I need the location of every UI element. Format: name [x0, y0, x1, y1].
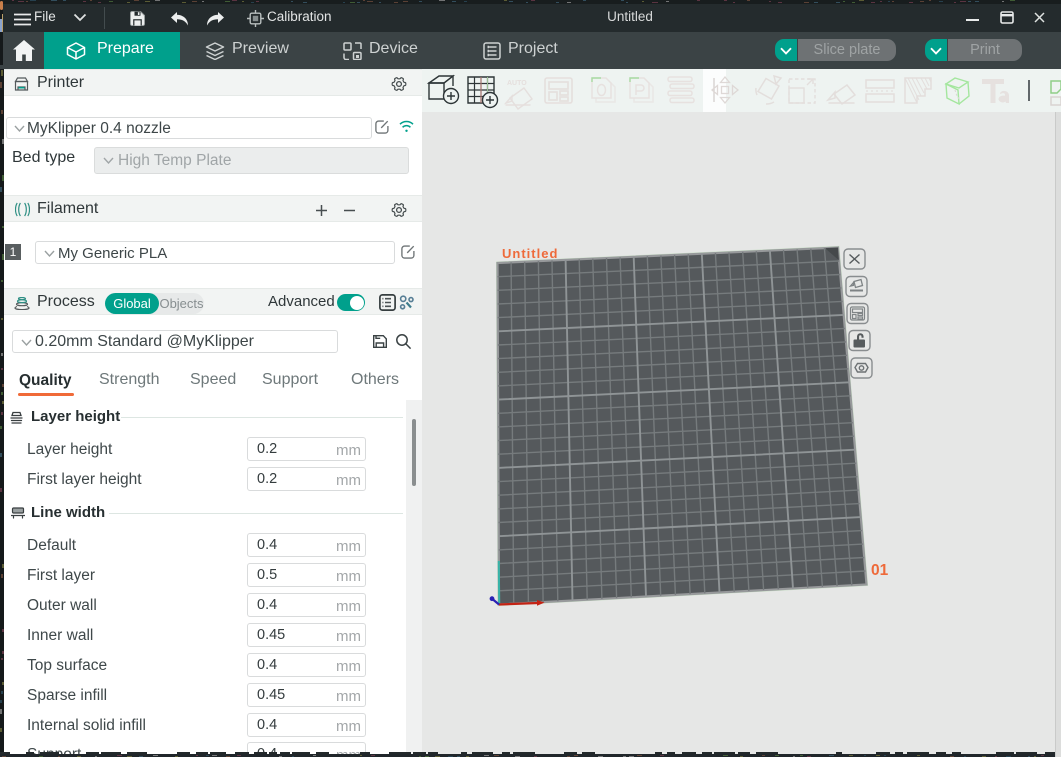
- svg-text:AUTO: AUTO: [507, 80, 527, 87]
